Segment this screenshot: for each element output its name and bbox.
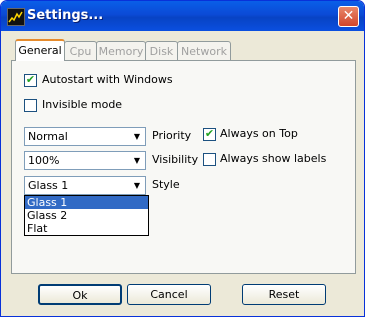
visibility-value: 100% <box>28 154 60 167</box>
chevron-down-icon[interactable]: ▼ <box>130 129 144 144</box>
style-option-glass-2[interactable]: Glass 2 <box>25 209 148 222</box>
settings-window: Settings... ✕ General Cpu Memory Disk Ne… <box>0 0 365 317</box>
style-dropdown-list: Glass 1 Glass 2 Flat <box>24 195 149 236</box>
visibility-select[interactable]: 100% ▼ <box>24 151 146 170</box>
priority-label: Priority <box>152 129 192 142</box>
invisible-mode-checkbox[interactable] <box>24 99 37 112</box>
checkmark-icon: ✔ <box>204 127 215 140</box>
chevron-down-icon[interactable]: ▼ <box>130 178 144 193</box>
window-title: Settings... <box>27 8 104 23</box>
priority-value: Normal <box>28 130 68 143</box>
tab-general[interactable]: General <box>15 39 65 61</box>
tab-network[interactable]: Network <box>177 41 231 60</box>
style-label: Style <box>152 178 180 191</box>
style-option-flat[interactable]: Flat <box>25 222 148 235</box>
tab-memory[interactable]: Memory <box>96 41 146 60</box>
autostart-label: Autostart with Windows <box>42 73 173 86</box>
chevron-down-icon[interactable]: ▼ <box>130 153 144 168</box>
always-on-top-label: Always on Top <box>220 127 298 140</box>
title-bar[interactable]: Settings... ✕ <box>1 1 364 31</box>
invisible-mode-label: Invisible mode <box>42 98 123 111</box>
style-select[interactable]: Glass 1 ▼ <box>24 176 146 195</box>
cancel-button[interactable]: Cancel <box>127 284 211 305</box>
ok-button[interactable]: Ok <box>38 284 122 305</box>
always-on-top-checkbox[interactable]: ✔ <box>203 127 216 141</box>
close-button[interactable]: ✕ <box>338 6 359 27</box>
reset-button[interactable]: Reset <box>242 284 326 305</box>
style-value: Glass 1 <box>28 179 69 192</box>
visibility-label: Visibility <box>152 153 199 166</box>
tab-cpu[interactable]: Cpu <box>64 41 97 60</box>
priority-select[interactable]: Normal ▼ <box>24 127 146 146</box>
style-option-glass-1[interactable]: Glass 1 <box>25 196 148 209</box>
always-show-labels-label: Always show labels <box>220 152 327 165</box>
always-show-labels-checkbox[interactable] <box>203 153 216 166</box>
checkmark-icon: ✔ <box>25 73 36 86</box>
close-icon: ✕ <box>342 8 355 24</box>
app-icon <box>7 8 25 26</box>
autostart-checkbox[interactable]: ✔ <box>24 73 37 87</box>
tab-disk[interactable]: Disk <box>145 41 178 60</box>
